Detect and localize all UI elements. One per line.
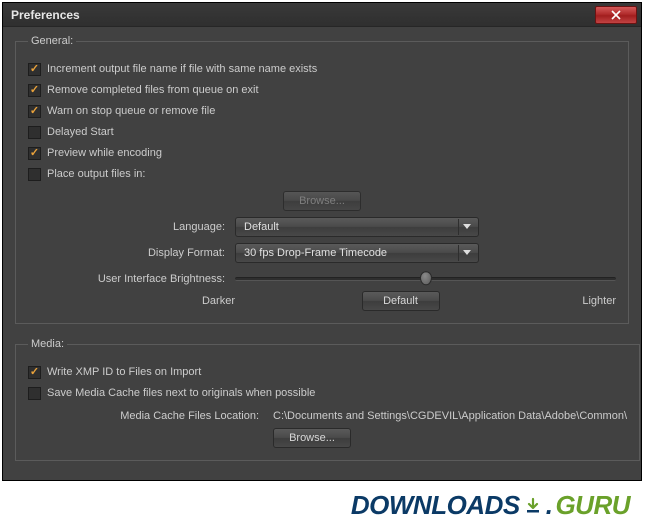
preview-checkbox[interactable] bbox=[28, 147, 41, 160]
brightness-label: User Interface Brightness: bbox=[28, 273, 235, 285]
cache-checkbox[interactable] bbox=[28, 387, 41, 400]
delayed-checkbox[interactable] bbox=[28, 126, 41, 139]
remove-label: Remove completed files from queue on exi… bbox=[47, 84, 259, 96]
media-path-label: Media Cache Files Location: bbox=[28, 410, 273, 422]
increment-checkbox[interactable] bbox=[28, 63, 41, 76]
media-legend: Media: bbox=[28, 338, 67, 350]
darker-label: Darker bbox=[28, 295, 235, 307]
language-label: Language: bbox=[28, 221, 235, 233]
language-dropdown[interactable]: Default bbox=[235, 217, 479, 237]
chevron-down-icon bbox=[458, 219, 474, 235]
placefiles-checkbox[interactable] bbox=[28, 168, 41, 181]
output-browse-button: Browse... bbox=[283, 191, 361, 211]
display-format-dropdown[interactable]: 30 fps Drop-Frame Timecode bbox=[235, 243, 479, 263]
watermark-downloads: DOWNLOADS bbox=[351, 490, 520, 521]
lighter-label: Lighter bbox=[566, 295, 616, 307]
brightness-slider[interactable] bbox=[235, 271, 616, 287]
window-title: Preferences bbox=[11, 8, 595, 22]
preferences-window: Preferences General: Increment output fi… bbox=[2, 2, 642, 481]
watermark-guru: GURU bbox=[555, 490, 630, 521]
warn-checkbox[interactable] bbox=[28, 105, 41, 118]
xmp-checkbox[interactable] bbox=[28, 366, 41, 379]
placefiles-label: Place output files in: bbox=[47, 168, 145, 180]
warn-label: Warn on stop queue or remove file bbox=[47, 105, 215, 117]
xmp-label: Write XMP ID to Files on Import bbox=[47, 366, 201, 378]
close-button[interactable] bbox=[595, 6, 637, 24]
language-value: Default bbox=[244, 221, 458, 233]
preview-label: Preview while encoding bbox=[47, 147, 162, 159]
remove-checkbox[interactable] bbox=[28, 84, 41, 97]
download-icon bbox=[523, 496, 543, 516]
media-group: Media: Write XMP ID to Files on Import S… bbox=[15, 338, 640, 461]
general-legend: General: bbox=[28, 35, 76, 47]
cache-label: Save Media Cache files next to originals… bbox=[47, 387, 315, 399]
chevron-down-icon bbox=[458, 245, 474, 261]
media-browse-button[interactable]: Browse... bbox=[273, 428, 351, 448]
watermark: DOWNLOADS . GURU bbox=[351, 490, 630, 521]
general-group: General: Increment output file name if f… bbox=[15, 35, 629, 324]
slider-thumb[interactable] bbox=[420, 271, 432, 285]
media-path-value: C:\Documents and Settings\CGDEVIL\Applic… bbox=[273, 410, 627, 422]
watermark-dot: . bbox=[546, 490, 553, 521]
increment-label: Increment output file name if file with … bbox=[47, 63, 317, 75]
close-icon bbox=[611, 10, 621, 20]
window-body: General: Increment output file name if f… bbox=[3, 27, 641, 485]
default-brightness-button[interactable]: Default bbox=[362, 291, 440, 311]
display-format-value: 30 fps Drop-Frame Timecode bbox=[244, 247, 458, 259]
display-format-label: Display Format: bbox=[28, 247, 235, 259]
delayed-label: Delayed Start bbox=[47, 126, 114, 138]
title-bar: Preferences bbox=[3, 3, 641, 27]
